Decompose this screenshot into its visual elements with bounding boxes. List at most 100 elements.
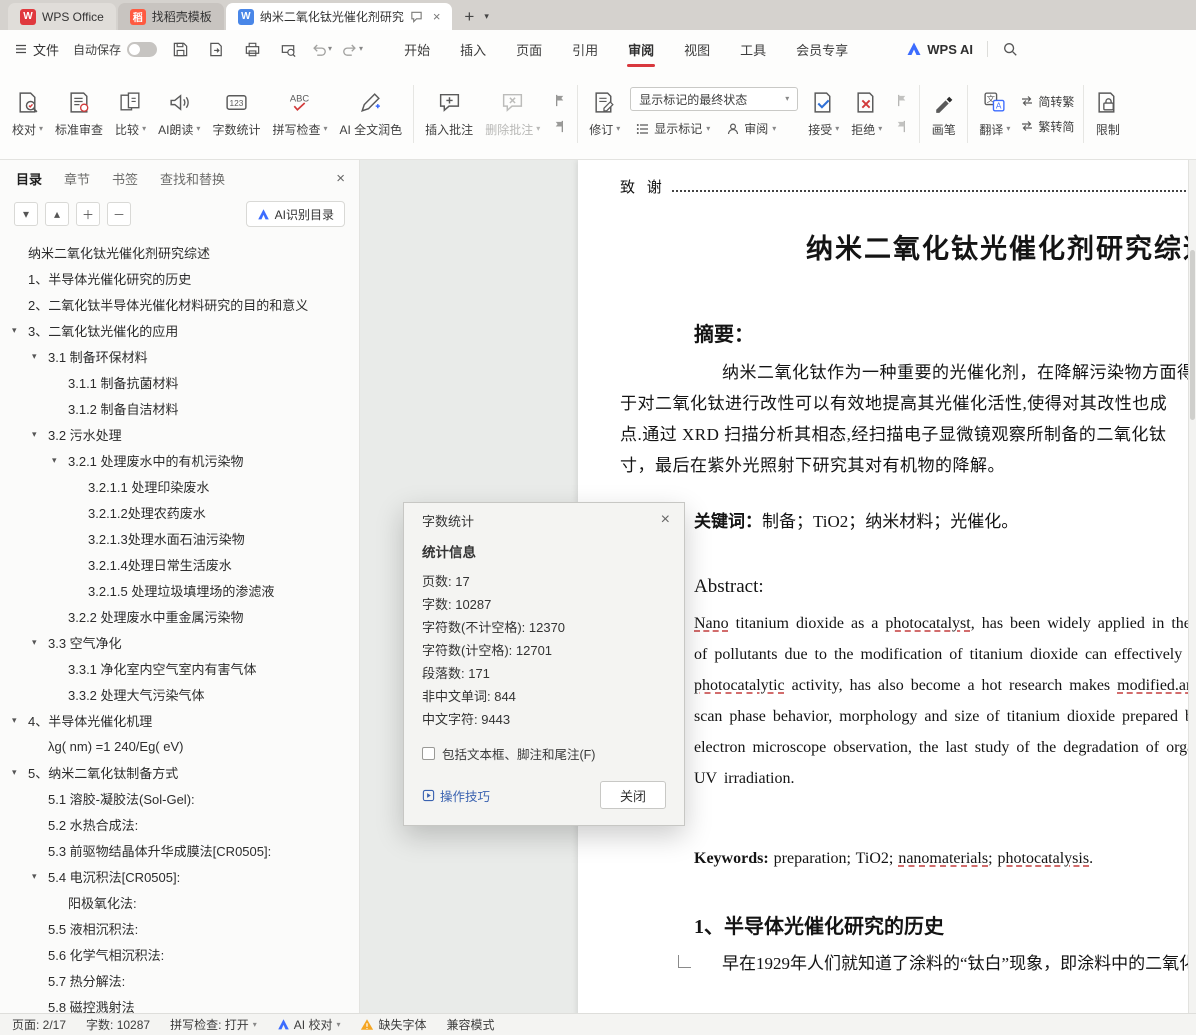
toc-item[interactable]: 3.3.2 处理大气污染气体	[0, 681, 359, 707]
tab-wps-home[interactable]: W WPS Office	[8, 3, 116, 30]
toc-item[interactable]: 2、二氧化钛半导体光催化材料研究的目的和意义	[0, 291, 359, 317]
menu-start[interactable]: 开始	[389, 30, 445, 68]
page-indicator[interactable]: 页面: 2/17	[12, 1016, 66, 1033]
toc-item[interactable]: ▾ 3、二氧化钛光催化的应用	[0, 317, 359, 343]
search-icon[interactable]	[1002, 41, 1018, 57]
undo-button[interactable]: ▾	[311, 41, 332, 57]
markup-state-select[interactable]: 显示标记的最终状态 ▾	[630, 87, 799, 111]
include-textbox-option[interactable]: 包括文本框、脚注和尾注(F)	[422, 744, 666, 763]
spell-check-status[interactable]: 拼写检查: 打开 ▾	[170, 1016, 257, 1033]
autosave-control[interactable]: 自动保存	[73, 41, 158, 58]
toc-item[interactable]: 5.8 磁控溅射法	[0, 993, 359, 1014]
word-count-indicator[interactable]: 字数: 10287	[86, 1016, 150, 1033]
toc-item[interactable]: 3.2.2 处理废水中重金属污染物	[0, 603, 359, 629]
pen-button[interactable]: 画笔	[925, 75, 962, 153]
collapse-arrow-icon[interactable]: ▾	[32, 871, 48, 882]
toc-item[interactable]: λg( nm) =1 240/Eg( eV)	[0, 733, 359, 759]
toc-item[interactable]: 5.6 化学气相沉积法:	[0, 941, 359, 967]
collapse-all-button[interactable]: ▴	[45, 202, 69, 226]
translate-button[interactable]: 文 A 翻译 ▾	[973, 75, 1016, 153]
compatibility-mode[interactable]: 兼容模式	[446, 1016, 494, 1033]
autosave-toggle[interactable]	[127, 41, 158, 57]
missing-font-warning[interactable]: 缺失字体	[360, 1016, 426, 1033]
toc-item[interactable]: 3.3.1 净化室内空气室内有害气体	[0, 655, 359, 681]
ai-polish-button[interactable]: AI 全文润色	[333, 75, 408, 153]
close-tab-icon[interactable]: ×	[433, 9, 441, 24]
toc-item[interactable]: 3.2.1.3处理水面石油污染物	[0, 525, 359, 551]
ai-recognize-toc-button[interactable]: AI识别目录	[245, 201, 345, 227]
menu-review[interactable]: 审阅	[613, 30, 669, 68]
toc-item[interactable]: 纳米二氧化钛光催化剂研究综述	[0, 239, 359, 265]
ai-read-button[interactable]: AI朗读 ▾	[152, 75, 206, 153]
previous-comment-button[interactable]	[549, 92, 569, 110]
toc-item[interactable]: 3.2.1.2处理农药废水	[0, 499, 359, 525]
restrict-button[interactable]: 限制	[1089, 75, 1126, 153]
to-simplified-button[interactable]: 繁转简	[1020, 118, 1074, 135]
next-change-button[interactable]	[891, 118, 911, 136]
toc-item[interactable]: 5.2 水热合成法:	[0, 811, 359, 837]
collapse-arrow-icon[interactable]: ▾	[12, 325, 28, 336]
toc-item[interactable]: 5.7 热分解法:	[0, 967, 359, 993]
vertical-scrollbar[interactable]	[1188, 160, 1196, 1013]
sidebar-tab-find-replace[interactable]: 查找和替换	[160, 169, 225, 188]
expand-all-button[interactable]: ▾	[14, 202, 38, 226]
accept-button[interactable]: 接受 ▾	[802, 75, 845, 153]
insert-comment-button[interactable]: 插入批注	[419, 75, 479, 153]
ai-proofread-status[interactable]: AI 校对 ▾	[277, 1016, 340, 1033]
toc-item[interactable]: ▾ 5.4 电沉积法[CR0505]:	[0, 863, 359, 889]
standard-review-button[interactable]: 标准审查	[49, 75, 109, 153]
toc-item[interactable]: ▾ 4、半导体光催化机理	[0, 707, 359, 733]
toc-item[interactable]: ▾ 3.2 污水处理	[0, 421, 359, 447]
toc-item[interactable]: 5.1 溶胶-凝胶法(Sol-Gel):	[0, 785, 359, 811]
close-button[interactable]: 关闭	[600, 781, 666, 809]
toc-item[interactable]: ▾ 3.3 空气净化	[0, 629, 359, 655]
collapse-arrow-icon[interactable]: ▾	[52, 455, 68, 466]
show-markup-button[interactable]: 显示标记 ▾	[630, 117, 716, 140]
save-button[interactable]	[167, 36, 193, 62]
print-preview-button[interactable]	[275, 36, 301, 62]
collapse-arrow-icon[interactable]: ▾	[32, 637, 48, 648]
toc-item[interactable]: 5.3 前驱物结晶体升华成膜法[CR0505]:	[0, 837, 359, 863]
export-button[interactable]	[203, 36, 229, 62]
collapse-arrow-icon[interactable]: ▾	[32, 351, 48, 362]
new-tab-icon[interactable]: +	[464, 7, 474, 27]
menu-view[interactable]: 视图	[669, 30, 725, 68]
scrollbar-thumb[interactable]	[1190, 250, 1195, 420]
toc-item[interactable]: ▾ 5、纳米二氧化钛制备方式	[0, 759, 359, 785]
next-comment-button[interactable]	[549, 118, 569, 136]
checkbox[interactable]	[422, 747, 435, 760]
print-button[interactable]	[239, 36, 265, 62]
tab-docer-templates[interactable]: 稻 找稻壳模板	[117, 3, 224, 30]
spell-check-button[interactable]: ABC 拼写检查 ▾	[266, 75, 333, 153]
close-sidebar-icon[interactable]: ×	[336, 170, 345, 187]
menu-page[interactable]: 页面	[501, 30, 557, 68]
compare-button[interactable]: 比较 ▾	[109, 75, 152, 153]
toc-item[interactable]: 5.5 液相沉积法:	[0, 915, 359, 941]
increase-level-button[interactable]: ＋	[76, 202, 100, 226]
menu-reference[interactable]: 引用	[557, 30, 613, 68]
chevron-down-icon[interactable]: ▾	[328, 45, 332, 53]
toc-item[interactable]: 3.1.2 制备自洁材料	[0, 395, 359, 421]
sidebar-tab-bookmarks[interactable]: 书签	[112, 169, 138, 188]
toc-item[interactable]: ▾ 3.1 制备环保材料	[0, 343, 359, 369]
toc-item[interactable]: 1、半导体光催化研究的历史	[0, 265, 359, 291]
menu-tools[interactable]: 工具	[725, 30, 781, 68]
toc-item[interactable]: 3.2.1.1 处理印染废水	[0, 473, 359, 499]
dialog-header[interactable]: 字数统计 ×	[404, 503, 684, 537]
decrease-level-button[interactable]: －	[107, 202, 131, 226]
tab-list-chevron-icon[interactable]: ▾	[484, 11, 489, 22]
collab-bubble-icon[interactable]	[410, 10, 423, 23]
collapse-arrow-icon[interactable]: ▾	[12, 767, 28, 778]
word-count-button[interactable]: 123 字数统计	[206, 75, 266, 153]
tips-link[interactable]: 操作技巧	[422, 786, 490, 805]
redo-button[interactable]: ▾	[342, 41, 363, 57]
track-changes-button[interactable]: 修订 ▾	[583, 75, 626, 153]
toc-item[interactable]: 3.1.1 制备抗菌材料	[0, 369, 359, 395]
toc-item[interactable]: 阳极氧化法:	[0, 889, 359, 915]
menu-member[interactable]: 会员专享	[781, 30, 863, 68]
review-options-button[interactable]: 审阅 ▾	[720, 117, 782, 140]
to-traditional-button[interactable]: 简转繁	[1020, 93, 1074, 110]
toc-item[interactable]: 3.2.1.4处理日常生活废水	[0, 551, 359, 577]
reject-button[interactable]: 拒绝 ▾	[845, 75, 888, 153]
delete-comment-button[interactable]: 删除批注 ▾	[479, 75, 546, 153]
